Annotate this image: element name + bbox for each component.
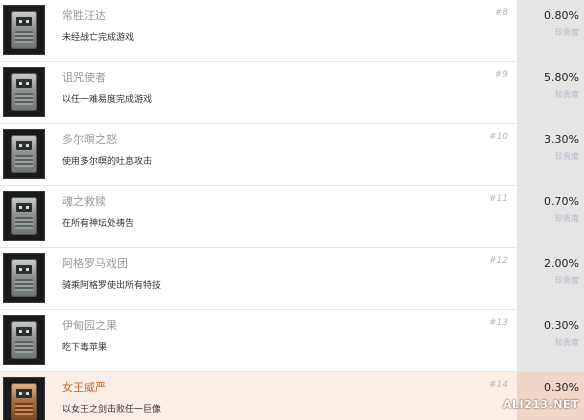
achievement-description: 使用多尔暝的吐息攻击 — [62, 157, 153, 167]
achievement-icon — [3, 67, 45, 117]
achievement-rank: #9 — [494, 70, 508, 80]
rarity-label: 珍贵度 — [555, 276, 579, 285]
achievement-row[interactable]: 女王威严 以女王之剑击败任一巨像 #14 0.30% — [0, 372, 584, 420]
achievement-description: 未经战亡完成游戏 — [62, 33, 135, 43]
unlock-percentage: 0.30% — [544, 319, 579, 332]
achievement-rank: #8 — [494, 8, 508, 18]
achievement-description: 以女王之剑击败任一巨像 — [62, 405, 162, 415]
unlock-percentage: 3.30% — [544, 133, 579, 146]
achievement-description: 骑乘阿格罗使出所有特技 — [62, 281, 162, 291]
achievement-title: 诅咒使者 — [62, 71, 106, 84]
achievement-icon — [3, 129, 45, 179]
achievement-title: 女王威严 — [62, 381, 106, 394]
achievement-title: 常胜汪达 — [62, 9, 106, 22]
achievement-rank: #11 — [489, 194, 508, 204]
unlock-percentage: 0.70% — [544, 195, 579, 208]
rarity-panel: 5.80% 珍贵度 — [517, 62, 584, 123]
unlock-percentage: 0.30% — [544, 381, 579, 394]
achievement-icon — [3, 191, 45, 241]
unlock-percentage: 2.00% — [544, 257, 579, 270]
achievement-title: 魂之救赎 — [62, 195, 106, 208]
rarity-panel: 3.30% 珍贵度 — [517, 124, 584, 185]
rarity-panel: 0.30% — [517, 372, 584, 420]
achievement-row[interactable]: 阿格罗马戏团 骑乘阿格罗使出所有特技 #12 2.00% 珍贵度 — [0, 248, 584, 310]
achievement-description: 在所有神坛处祷告 — [62, 219, 135, 229]
rarity-label: 珍贵度 — [555, 28, 579, 37]
achievement-row[interactable]: 诅咒使者 以任一难易度完成游戏 #9 5.80% 珍贵度 — [0, 62, 584, 124]
achievement-row[interactable]: 魂之救赎 在所有神坛处祷告 #11 0.70% 珍贵度 — [0, 186, 584, 248]
achievement-row[interactable]: 多尔暝之怒 使用多尔暝的吐息攻击 #10 3.30% 珍贵度 — [0, 124, 584, 186]
achievement-description: 以任一难易度完成游戏 — [62, 95, 153, 105]
site-watermark: ALI213.NET — [503, 398, 579, 411]
rarity-panel: 0.70% 珍贵度 — [517, 186, 584, 247]
achievement-title: 伊甸园之果 — [62, 319, 117, 332]
achievement-icon — [3, 377, 45, 420]
achievement-description: 吃下毒苹果 — [62, 343, 108, 353]
unlock-percentage: 5.80% — [544, 71, 579, 84]
rarity-panel: 0.30% 珍贵度 — [517, 310, 584, 371]
rarity-panel: 0.80% 珍贵度 — [517, 0, 584, 61]
achievement-rank: #13 — [489, 318, 508, 328]
unlock-percentage: 0.80% — [544, 9, 579, 22]
rarity-label: 珍贵度 — [555, 338, 579, 347]
achievement-title: 多尔暝之怒 — [62, 133, 117, 146]
achievement-icon — [3, 253, 45, 303]
achievement-rank: #14 — [489, 380, 508, 390]
achievement-rank: #12 — [489, 256, 508, 266]
rarity-label: 珍贵度 — [555, 90, 579, 99]
achievement-rank: #10 — [489, 132, 508, 142]
achievement-row[interactable]: 伊甸园之果 吃下毒苹果 #13 0.30% 珍贵度 — [0, 310, 584, 372]
achievement-icon — [3, 315, 45, 365]
achievement-list: 常胜汪达 未经战亡完成游戏 #8 0.80% 珍贵度 诅咒使者 以任一难易度完成… — [0, 0, 584, 420]
achievement-row[interactable]: 常胜汪达 未经战亡完成游戏 #8 0.80% 珍贵度 — [0, 0, 584, 62]
achievement-icon — [3, 5, 45, 55]
rarity-panel: 2.00% 珍贵度 — [517, 248, 584, 309]
achievement-title: 阿格罗马戏团 — [62, 257, 128, 270]
rarity-label: 珍贵度 — [555, 152, 579, 161]
rarity-label: 珍贵度 — [555, 214, 579, 223]
